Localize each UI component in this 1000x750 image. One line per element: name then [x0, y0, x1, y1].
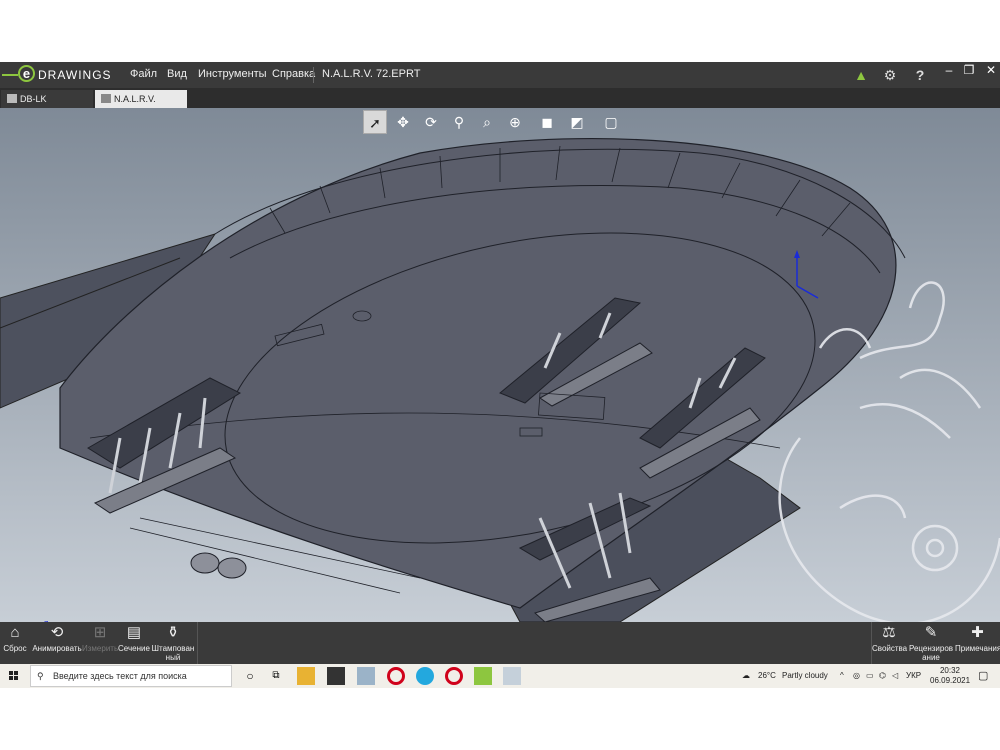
language-indicator[interactable]: УКР	[906, 664, 921, 688]
volume-icon[interactable]: ◁	[892, 664, 898, 688]
weather-icon: ☁	[742, 671, 750, 680]
taskbar-search[interactable]: ⚲ Введите здесь текст для поиска	[30, 665, 232, 687]
document-title: N.A.L.R.V. 72.EPRT	[322, 68, 421, 80]
app-icon[interactable]	[357, 667, 375, 685]
display-style-icon[interactable]: ◩	[565, 110, 589, 134]
assembly-icon	[7, 94, 17, 103]
notes-button[interactable]: ✚ Примечания	[955, 624, 1000, 664]
animate-icon: ⟲	[50, 624, 64, 641]
menu-file[interactable]: Файл	[130, 68, 157, 80]
pen-icon: ✎	[924, 624, 938, 641]
tray-app-icon[interactable]: ◎	[853, 664, 860, 688]
document-tabs: DB-LK (Parts).eASM✕ N.A.L.R.V. 72.EPRT✕	[0, 88, 1000, 122]
model-canvas: Z Y X	[0, 137, 1000, 622]
clock[interactable]: 20:32 06.09.2021	[930, 666, 970, 686]
edrawings-window: e DRAWINGS Файл Вид Инструменты Справка …	[0, 62, 1000, 688]
app-icon-2[interactable]	[503, 667, 521, 685]
weather-temperature[interactable]: 26°C	[758, 664, 776, 688]
task-view-icon[interactable]: ⧉	[267, 667, 285, 685]
windows-logo-icon	[9, 671, 18, 680]
search-icon: ⚲	[37, 671, 44, 681]
measure-icon: ⊞	[93, 624, 107, 641]
menu-tools[interactable]: Инструменты	[198, 68, 267, 80]
cortana-icon[interactable]: ○	[241, 667, 259, 685]
opera-gx-icon[interactable]	[445, 667, 463, 685]
skype-icon[interactable]	[416, 667, 434, 685]
upload-arrow-icon[interactable]: ▲	[850, 64, 872, 86]
opera-icon[interactable]	[387, 667, 405, 685]
battery-icon[interactable]: ▭	[866, 664, 874, 688]
zoom-to-area-tool[interactable]: ⌕	[475, 110, 499, 134]
view-orientation-icon[interactable]: ▢	[599, 110, 623, 134]
store-icon[interactable]	[327, 667, 345, 685]
stamp-icon: ⚱	[166, 624, 180, 641]
home-icon: ⌂	[10, 624, 20, 641]
tray-chevron-icon[interactable]: ^	[840, 664, 844, 688]
menu-help[interactable]: Справка	[272, 68, 315, 80]
saucer-hull	[59, 137, 897, 609]
properties-button[interactable]: ⚖ Свойства	[872, 624, 907, 664]
pan-tool[interactable]: ✥	[391, 110, 415, 134]
gear-icon[interactable]: ⚙	[879, 64, 901, 86]
tab-db-lk[interactable]: DB-LK (Parts).eASM✕	[1, 90, 93, 122]
restore-button[interactable]: ❐	[958, 62, 980, 78]
engine-nozzles	[190, 552, 247, 579]
windows-start-button[interactable]	[0, 664, 28, 688]
file-explorer-icon[interactable]	[297, 667, 315, 685]
edrawings-taskbar-icon[interactable]	[474, 667, 492, 685]
animate-button[interactable]: ⟲ Анимировать	[32, 624, 82, 664]
zoom-tool[interactable]: ⚲	[447, 110, 471, 134]
menu-view[interactable]: Вид	[167, 68, 187, 80]
rotate-tool[interactable]: ⟳	[419, 110, 443, 134]
review-button[interactable]: ✎ Рецензирование	[908, 624, 954, 664]
weather-text[interactable]: Partly cloudy	[782, 664, 828, 688]
notifications-icon[interactable]: ▢	[978, 664, 988, 688]
shaded-cube-icon[interactable]: ◼	[535, 110, 559, 134]
section-icon: ▤	[126, 624, 142, 641]
scales-icon: ⚖	[882, 624, 896, 641]
close-button[interactable]: ✕	[980, 62, 1000, 78]
clock-time: 20:32	[939, 666, 961, 675]
edrawings-logo: e DRAWINGS	[0, 62, 122, 88]
help-icon[interactable]: ?	[909, 64, 931, 86]
section-button[interactable]: ▤ Сечение	[118, 624, 150, 664]
part-icon	[101, 94, 111, 103]
minimize-button[interactable]: –	[938, 62, 960, 78]
reset-button[interactable]: ⌂ Сброс	[0, 624, 30, 664]
notes-icon: ✚	[971, 624, 984, 641]
title-bar: e DRAWINGS Файл Вид Инструменты Справка …	[0, 62, 1000, 88]
windows-taskbar: ⚲ Введите здесь текст для поиска ○ ⧉ ☁ 2…	[0, 664, 1000, 688]
measure-button[interactable]: ⊞ Измерить	[82, 624, 118, 664]
network-icon[interactable]: ⌬	[879, 664, 886, 688]
stamp-button[interactable]: ⚱ Штампованный	[150, 624, 196, 664]
tab-nalrv[interactable]: N.A.L.R.V. 72.EPRT✕	[95, 90, 187, 122]
model-viewport[interactable]: Z Y X ➚ ✥ ⟳ ⚲ ⌕ ⊕ ◼ ◩ ▢	[0, 108, 1000, 622]
search-placeholder: Введите здесь текст для поиска	[53, 671, 187, 681]
zoom-to-fit-tool[interactable]: ⊕	[503, 110, 527, 134]
clock-date: 06.09.2021	[930, 676, 971, 685]
select-tool[interactable]: ➚	[363, 110, 387, 134]
bottom-toolbar: ⌂ Сброс ⟲ Анимировать ⊞ Измерить ▤ Сечен…	[0, 622, 1000, 664]
